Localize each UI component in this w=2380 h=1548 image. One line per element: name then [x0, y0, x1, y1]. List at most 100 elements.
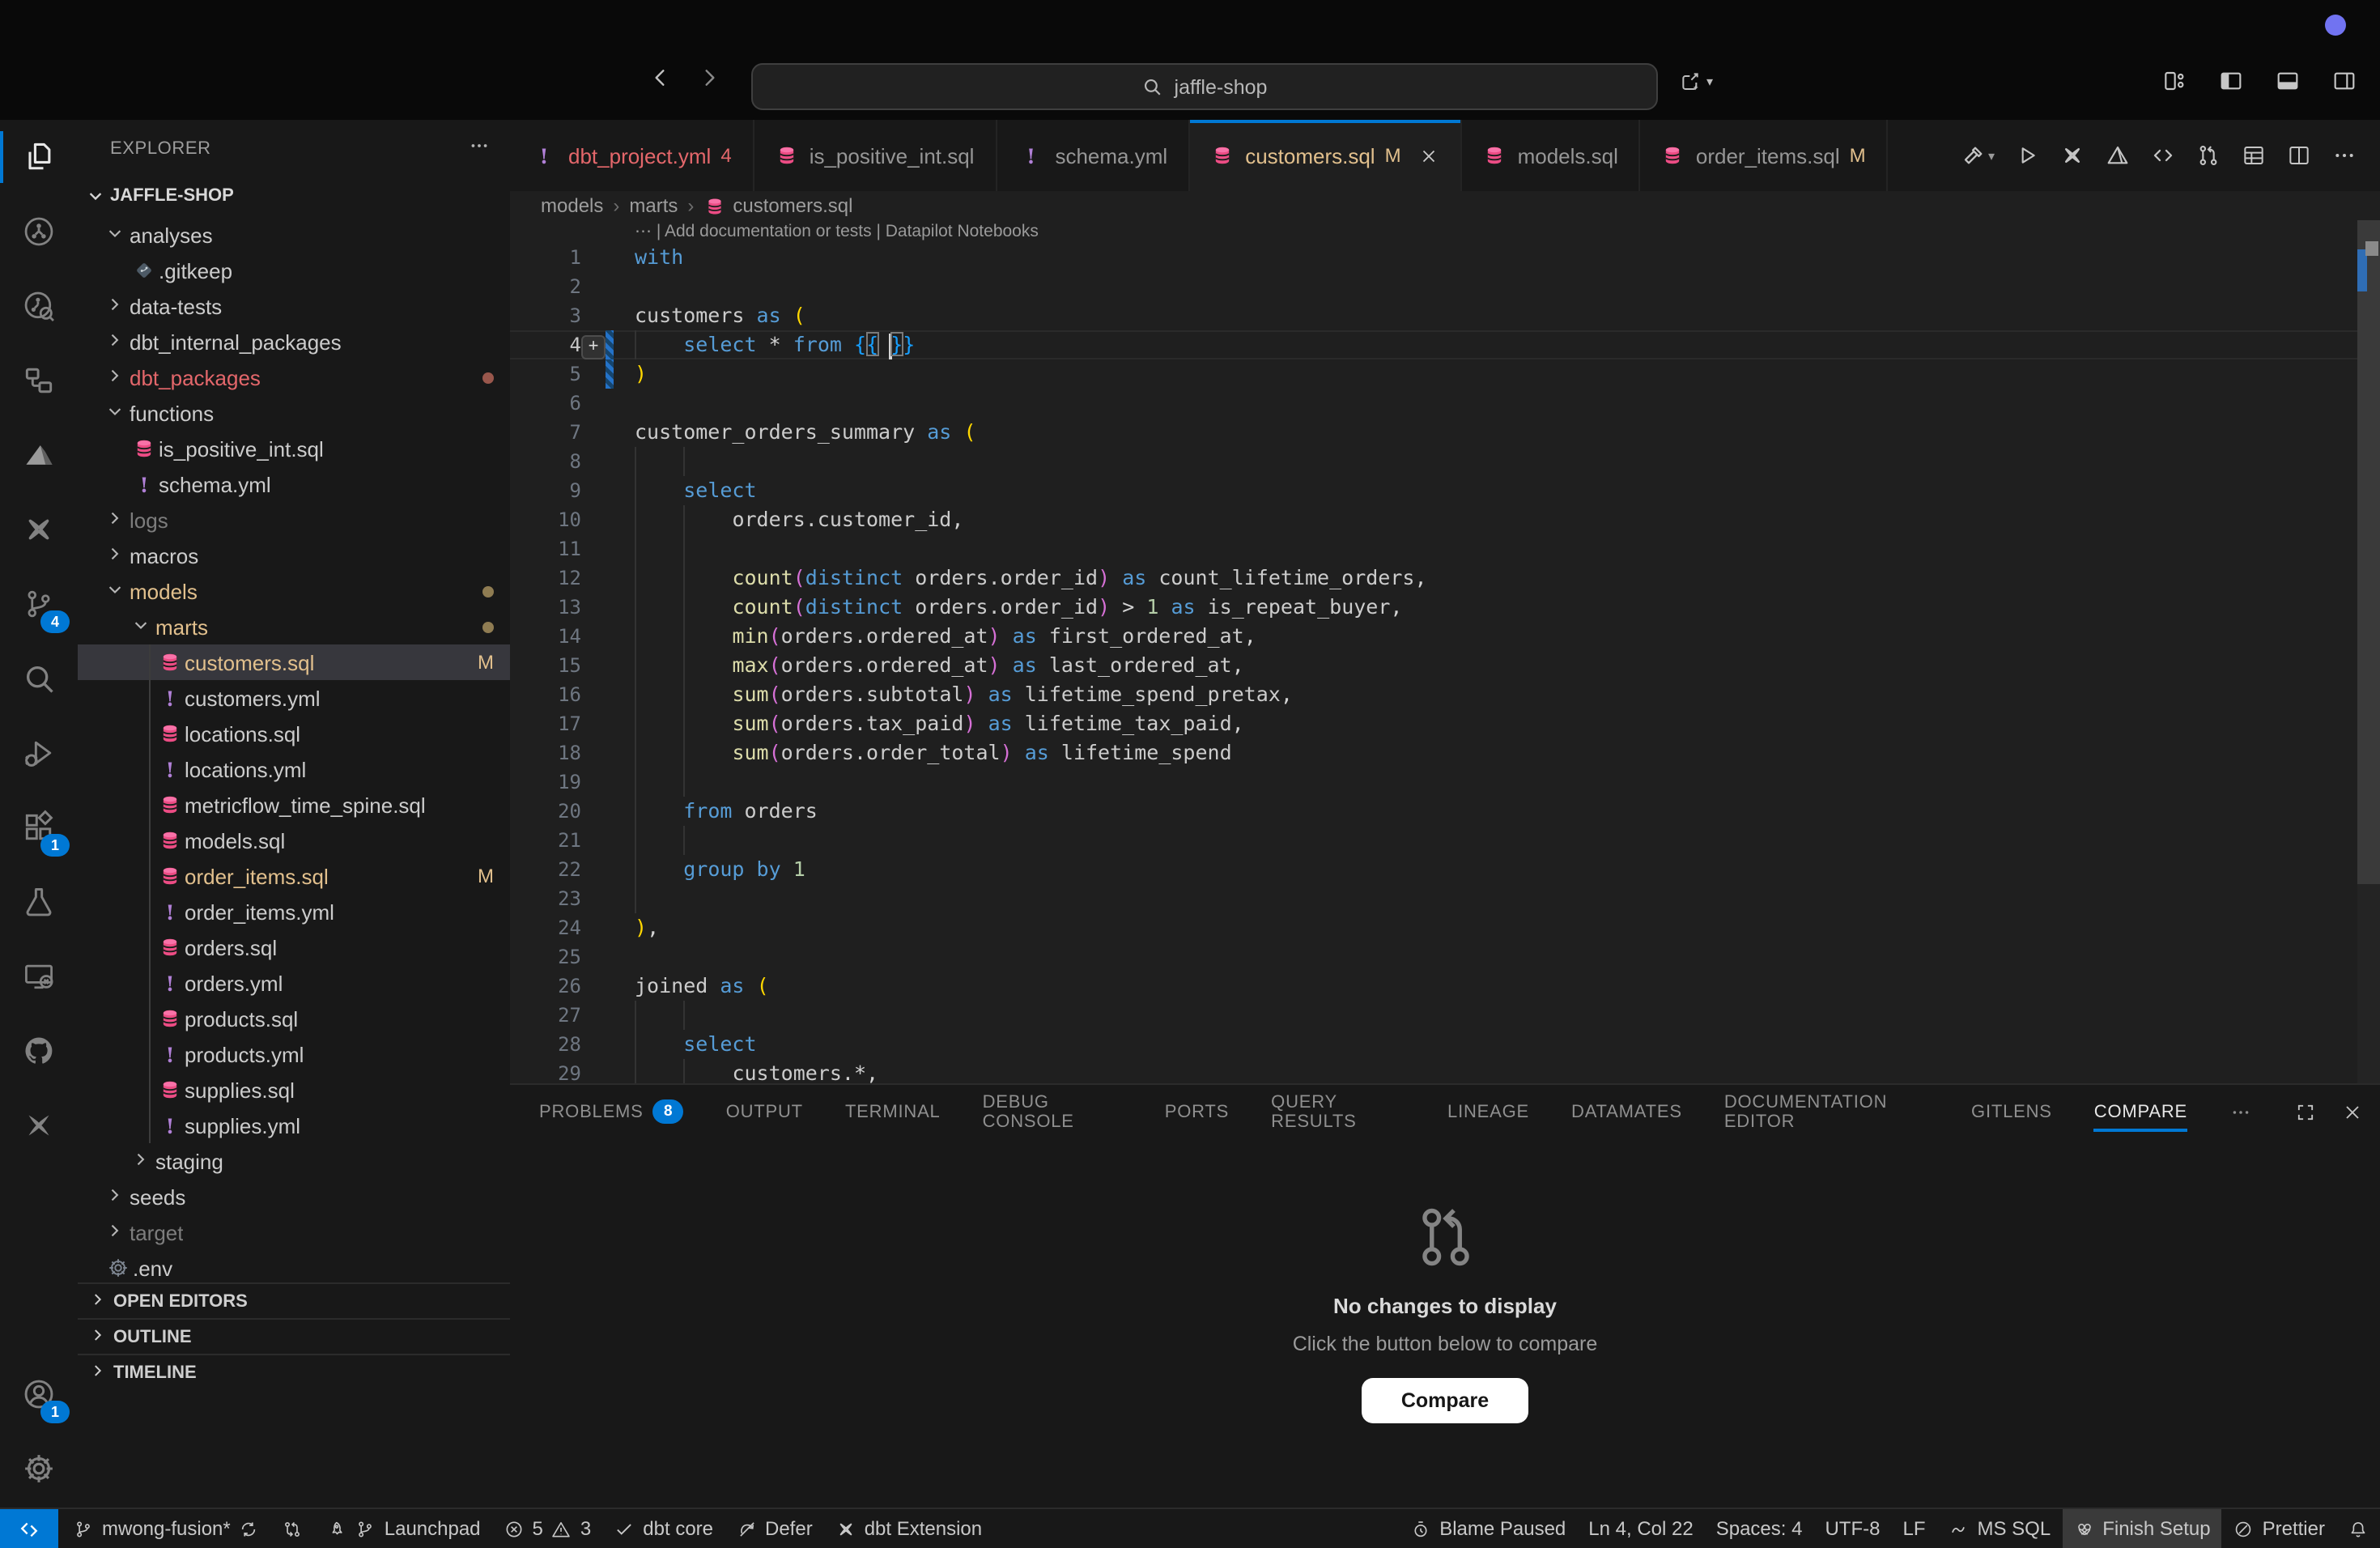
code-line-10[interactable]: 10 orders.customer_id,: [510, 505, 2380, 534]
customize-layout-icon[interactable]: [2161, 68, 2187, 94]
editor-action-dbt-build[interactable]: ▾: [1954, 142, 2001, 168]
tree-item-seeds[interactable]: seeds: [78, 1179, 510, 1214]
tree-item-logs[interactable]: logs: [78, 502, 510, 538]
status-item-prettier[interactable]: Prettier: [2222, 1509, 2336, 1548]
panel-tab-problems[interactable]: PROBLEMS8: [539, 1085, 684, 1138]
code-line-27[interactable]: 27: [510, 1001, 2380, 1030]
status-item-dbt-extension[interactable]: dbt Extension: [824, 1509, 993, 1548]
activity-item-source-control[interactable]: 4: [0, 567, 78, 641]
code-line-29[interactable]: 29 customers.*,: [510, 1059, 2380, 1083]
panel-tab-ports[interactable]: PORTS: [1165, 1085, 1229, 1138]
tree-item-models[interactable]: models: [78, 573, 510, 609]
tree-item-customers.yml[interactable]: !customers.yml: [78, 680, 510, 716]
activity-item-testing[interactable]: [0, 865, 78, 939]
code-line-4[interactable]: 4+ select * from {{ }}: [510, 330, 2380, 359]
code-line-8[interactable]: 8: [510, 447, 2380, 476]
code-line-1[interactable]: 1with: [510, 243, 2380, 272]
tree-item-staging[interactable]: staging: [78, 1143, 510, 1179]
breadcrumb[interactable]: models›marts›customers.sql: [510, 191, 2380, 220]
code-line-24[interactable]: 24),: [510, 913, 2380, 942]
panel-tab-gitlens[interactable]: GITLENS: [1971, 1085, 2052, 1138]
status-item-git-branch-status[interactable]: mwong-fusion*: [62, 1509, 271, 1548]
sidebar-section-open-editors[interactable]: OPEN EDITORS: [78, 1282, 510, 1320]
compare-button[interactable]: Compare: [1362, 1378, 1528, 1423]
tree-item-supplies.sql[interactable]: supplies.sql: [78, 1072, 510, 1108]
gutter-add-button[interactable]: +: [581, 334, 606, 359]
code-line-16[interactable]: 16 sum(orders.subtotal) as lifetime_spen…: [510, 680, 2380, 709]
panel-tab-output[interactable]: OUTPUT: [726, 1085, 803, 1138]
tree-item-products.yml[interactable]: !products.yml: [78, 1036, 510, 1072]
editor-action-run-query[interactable]: [2008, 142, 2046, 168]
panel-tab-datamates[interactable]: DATAMATES: [1571, 1085, 1682, 1138]
scrollbar-thumb[interactable]: [2357, 220, 2380, 884]
tab-is_positive_int.sql[interactable]: is_positive_int.sql: [754, 120, 997, 191]
tree-item-locations.sql[interactable]: locations.sql: [78, 716, 510, 751]
sidebar-section-outline[interactable]: OUTLINE: [78, 1318, 510, 1355]
status-item-blame[interactable]: Blame Paused: [1399, 1509, 1577, 1548]
activity-item-accounts[interactable]: 1: [0, 1357, 78, 1431]
panel-tab-lineage[interactable]: LINEAGE: [1447, 1085, 1529, 1138]
nav-forward-icon[interactable]: [696, 65, 722, 91]
share-menu-button[interactable]: ▾: [1677, 68, 1713, 94]
code-line-28[interactable]: 28 select: [510, 1030, 2380, 1059]
breadcrumb-item-marts[interactable]: marts: [629, 194, 678, 217]
status-item-launchpad[interactable]: Launchpad: [315, 1509, 492, 1548]
panel-tab-query-results[interactable]: QUERY RESULTS: [1271, 1085, 1405, 1138]
code-line-5[interactable]: 5): [510, 359, 2380, 389]
project-root-folder[interactable]: JAFFLE-SHOP: [84, 178, 234, 214]
tree-item-customers.sql[interactable]: customers.sqlM: [78, 644, 510, 680]
tree-item-target[interactable]: target: [78, 1214, 510, 1250]
status-item-defer[interactable]: Defer: [725, 1509, 824, 1548]
tree-item-marts[interactable]: marts: [78, 609, 510, 644]
maximize-panel-icon[interactable]: [2294, 1100, 2317, 1123]
status-item-dbt-core[interactable]: dbt core: [602, 1509, 725, 1548]
code-line-25[interactable]: 25: [510, 942, 2380, 972]
nav-back-icon[interactable]: [648, 65, 674, 91]
code-line-13[interactable]: 13 count(distinct orders.order_id) > 1 a…: [510, 593, 2380, 622]
panel-tab-terminal[interactable]: TERMINAL: [845, 1085, 941, 1138]
panel-tab-compare[interactable]: COMPARE: [2094, 1085, 2187, 1138]
editor-action-datapilot-action[interactable]: [2098, 142, 2137, 168]
status-item-cursor-position[interactable]: Ln 4, Col 22: [1577, 1509, 1704, 1548]
tree-item-locations.yml[interactable]: !locations.yml: [78, 751, 510, 787]
remote-indicator[interactable]: [0, 1509, 58, 1548]
panel-tab-debug-console[interactable]: DEBUG CONSOLE: [983, 1085, 1123, 1138]
code-line-15[interactable]: 15 max(orders.ordered_at) as last_ordere…: [510, 651, 2380, 680]
tree-item-schema.yml[interactable]: !schema.yml: [78, 466, 510, 502]
activity-item-dbt-power-user[interactable]: [0, 343, 78, 418]
status-item-finish-setup[interactable]: Finish Setup: [2062, 1509, 2221, 1548]
code-line-9[interactable]: 9 select: [510, 476, 2380, 505]
tree-item-orders.sql[interactable]: orders.sql: [78, 929, 510, 965]
close-panel-icon[interactable]: [2341, 1100, 2364, 1123]
activity-item-explorer[interactable]: [0, 120, 78, 194]
tree-item-is_positive_int.sql[interactable]: is_positive_int.sql: [78, 431, 510, 466]
tab-dbt_project.yml[interactable]: !dbt_project.yml4: [510, 120, 754, 191]
command-center-search[interactable]: jaffle-shop: [751, 63, 1658, 110]
tree-item-data-tests[interactable]: data-tests: [78, 288, 510, 324]
tree-item-order_items.yml[interactable]: !order_items.yml: [78, 894, 510, 929]
status-item-notifications[interactable]: [2336, 1509, 2380, 1548]
panel-tab-documentation-editor[interactable]: DOCUMENTATION EDITOR: [1724, 1085, 1929, 1138]
editor-action-split-editor[interactable]: [2280, 142, 2318, 168]
activity-item-dbt-logo[interactable]: [0, 1088, 78, 1163]
toggle-primary-sidebar-icon[interactable]: [2218, 68, 2244, 94]
explorer-more-actions-icon[interactable]: [468, 134, 491, 157]
activity-item-run-debug[interactable]: [0, 716, 78, 790]
editor-action-git-pull-request[interactable]: [2189, 142, 2228, 168]
code-line-23[interactable]: 23: [510, 884, 2380, 913]
tree-item-macros[interactable]: macros: [78, 538, 510, 573]
toggle-secondary-sidebar-icon[interactable]: [2331, 68, 2357, 94]
status-item-git-compare-status[interactable]: [271, 1509, 315, 1548]
tree-item-.sqlfluffignore[interactable]: .sqlfluffignore: [78, 1393, 510, 1402]
activity-item-extensions[interactable]: 1: [0, 790, 78, 865]
code-line-11[interactable]: 11: [510, 534, 2380, 563]
code-line-14[interactable]: 14 min(orders.ordered_at) as first_order…: [510, 622, 2380, 651]
status-item-eol[interactable]: LF: [1891, 1509, 1936, 1548]
breadcrumb-item-customers.sql[interactable]: customers.sql: [703, 194, 852, 217]
code-line-20[interactable]: 20 from orders: [510, 797, 2380, 826]
activity-item-datapilot[interactable]: [0, 418, 78, 492]
editor-action-query-grid[interactable]: [2234, 142, 2273, 168]
code-line-22[interactable]: 22 group by 1: [510, 855, 2380, 884]
panel-more-tabs[interactable]: [2229, 1085, 2252, 1138]
code-line-21[interactable]: 21: [510, 826, 2380, 855]
